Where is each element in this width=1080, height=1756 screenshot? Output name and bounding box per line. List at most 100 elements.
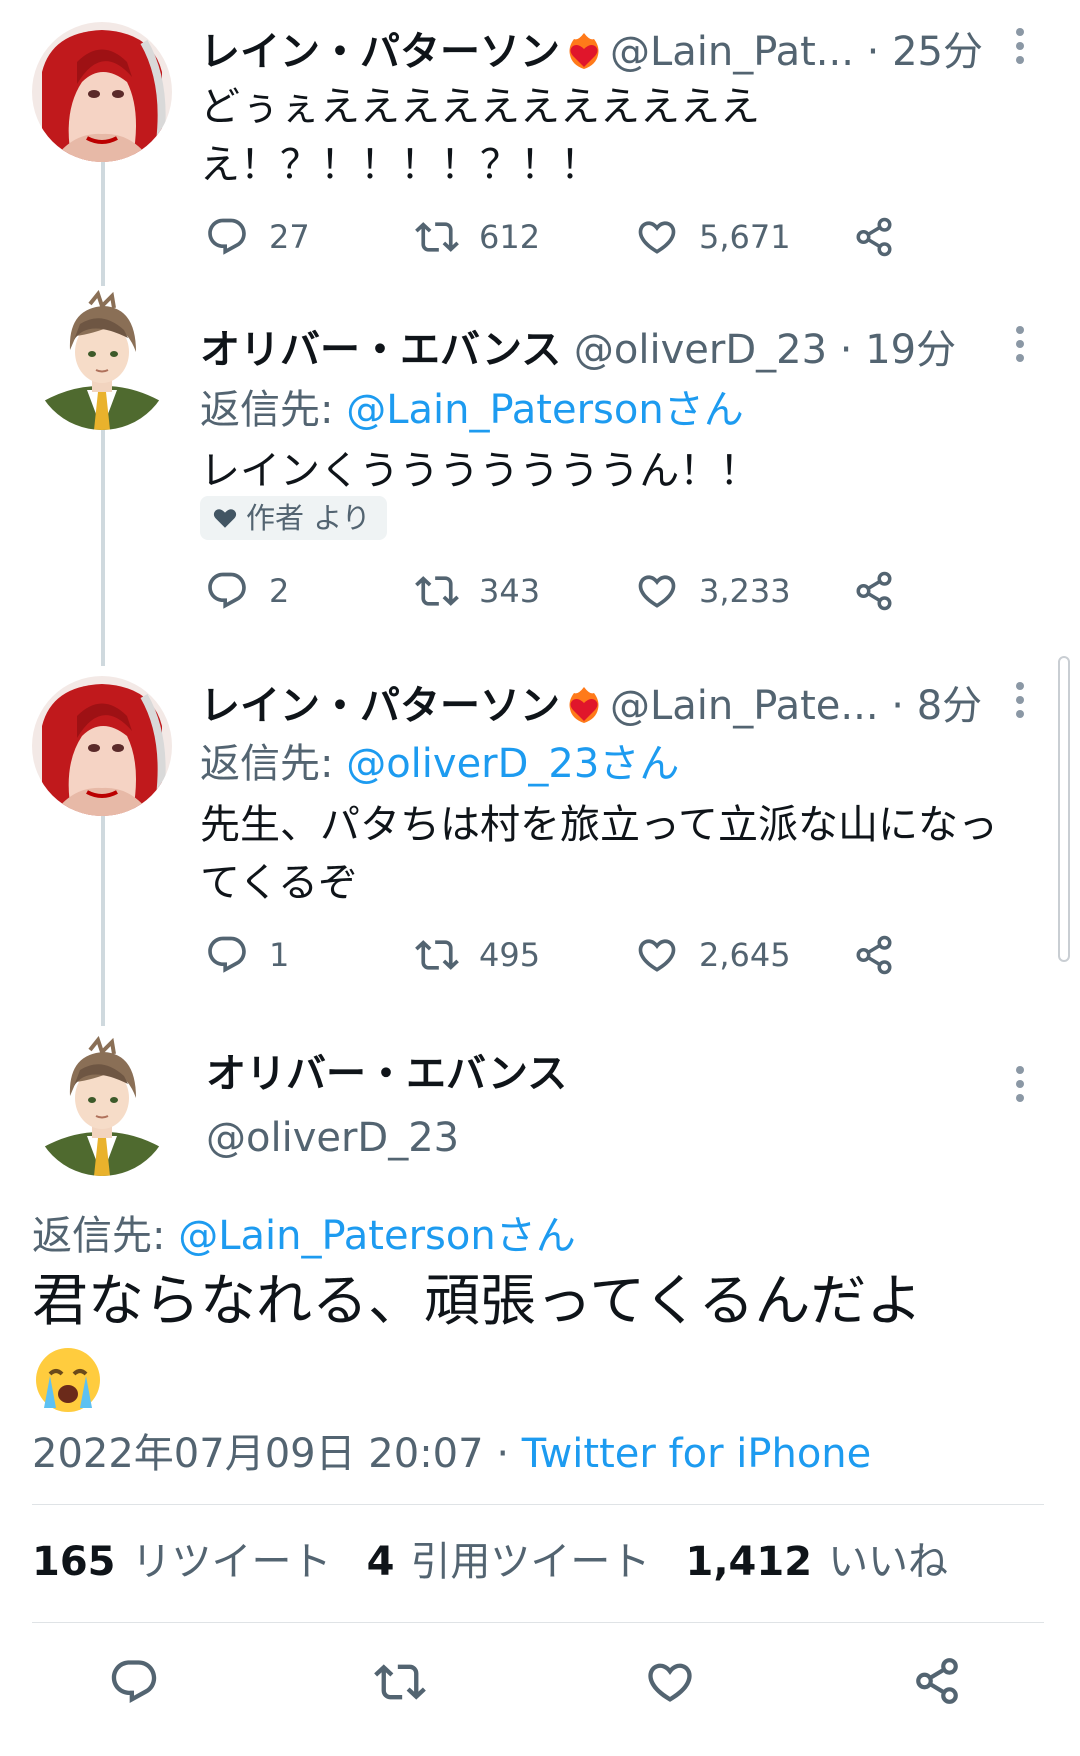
quotes-count: 4: [366, 1539, 395, 1585]
main-handle[interactable]: @oliverD_23: [206, 1112, 459, 1164]
meta-separator: ·: [496, 1431, 510, 1477]
like-count: 2,645: [699, 936, 791, 974]
reply-icon: [205, 215, 249, 259]
handle[interactable]: @Lain_Pate...: [610, 683, 879, 729]
likes-count: 1,412: [685, 1539, 813, 1585]
tweet-text-line: レインくうううううううん！！: [200, 448, 760, 494]
main-display-name[interactable]: オリバー・エバンス: [206, 1048, 567, 1100]
reply-target-link[interactable]: @oliverD_23さん: [346, 741, 679, 787]
divider: [32, 1622, 1044, 1623]
avatar-image: [32, 290, 172, 430]
reply-to: 返信先: @Lain_Patersonさん: [200, 384, 744, 436]
tweet-stats: 165 リツイート 4 引用ツイート 1,412 いいね: [32, 1536, 948, 1596]
share-button[interactable]: [853, 930, 915, 980]
like-button[interactable]: 5,671: [635, 212, 791, 262]
like-button[interactable]: 2,645: [635, 930, 791, 980]
like-count: 3,233: [699, 572, 791, 610]
tweet-header: レイン・パターソン @Lain_Pat... · 25分: [200, 26, 983, 78]
reply-count: 2: [269, 572, 290, 610]
reply-button[interactable]: 2: [205, 566, 289, 616]
thread-line-2: [101, 422, 105, 666]
display-name[interactable]: レイン・パターソン: [200, 29, 560, 75]
reply-prefix: 返信先:: [200, 741, 334, 787]
tweet-source-link[interactable]: Twitter for iPhone: [522, 1431, 872, 1477]
avatar[interactable]: [32, 290, 172, 430]
tweet-text-line: どぅぇえええええええええええ: [200, 84, 760, 130]
retweets-stat[interactable]: 165 リツイート: [32, 1539, 332, 1585]
reply-count: 1: [269, 936, 290, 974]
reply-button[interactable]: 1: [205, 930, 289, 980]
handle[interactable]: @Lain_Pat...: [610, 29, 854, 75]
retweet-count: 612: [479, 218, 541, 256]
retweet-count: 495: [479, 936, 541, 974]
display-name[interactable]: レイン・パターソン: [200, 683, 560, 729]
retweet-count: 343: [479, 572, 541, 610]
reply-to: 返信先: @oliverD_23さん: [200, 738, 679, 790]
likes-label: いいね: [828, 1539, 949, 1585]
reply-target-link[interactable]: @Lain_Patersonさん: [346, 387, 744, 433]
reply-icon: [205, 933, 249, 977]
tweet-text-line: 先生、パタちは村を旅立って立派な山になっ: [200, 802, 998, 848]
reply-button[interactable]: 27: [205, 212, 310, 262]
retweet-button[interactable]: 343: [415, 566, 540, 616]
retweet-button[interactable]: 495: [415, 930, 540, 980]
share-button[interactable]: [853, 566, 915, 616]
tweet-timestamp[interactable]: 2022年07月09日 20:07: [32, 1431, 484, 1477]
reply-icon: [205, 569, 249, 613]
retweets-label: リツイート: [131, 1539, 332, 1585]
thread-line-3: [101, 814, 105, 1026]
retweet-icon: [415, 933, 459, 977]
more-icon[interactable]: [1010, 682, 1030, 732]
like-icon: [635, 933, 679, 977]
reply-prefix: 返信先:: [200, 387, 334, 433]
likes-stat[interactable]: 1,412 いいね: [686, 1539, 949, 1585]
like-count: 5,671: [699, 218, 791, 256]
tweet-text-line: え！？！！！！？！！: [200, 142, 600, 188]
more-icon[interactable]: [1010, 28, 1030, 78]
thread-line-1: [101, 152, 105, 286]
avatar[interactable]: [32, 22, 172, 162]
share-icon: [853, 570, 895, 612]
display-name[interactable]: オリバー・エバンス: [200, 327, 561, 373]
quotes-stat[interactable]: 4 引用ツイート: [367, 1539, 651, 1585]
retweet-button[interactable]: 612: [415, 212, 540, 262]
scrollbar[interactable]: [1058, 656, 1070, 962]
handle[interactable]: @oliverD_23: [574, 327, 827, 373]
avatar[interactable]: [32, 676, 172, 816]
tweet-text: 先生、パタちは村を旅立って立派な山になっ てくるぞ: [200, 796, 1050, 912]
fire-heart-emoji: [564, 31, 604, 71]
tweet-meta: 2022年07月09日 20:07 · Twitter for iPhone: [32, 1428, 871, 1480]
author-badge-label: 作者 より: [246, 501, 371, 535]
avatar-image: [32, 1036, 172, 1176]
like-button[interactable]: 3,233: [635, 566, 791, 616]
more-icon[interactable]: [1010, 326, 1030, 376]
reply-target-link[interactable]: @Lain_Patersonさん: [178, 1213, 576, 1259]
tweet-header: オリバー・エバンス @oliverD_23 · 19分: [200, 324, 956, 376]
share-icon: [853, 934, 895, 976]
retweet-icon[interactable]: [374, 1656, 426, 1708]
author-badge: 作者 より: [200, 496, 387, 540]
timestamp[interactable]: · 25分: [867, 29, 983, 75]
crying-face-emoji: [36, 1348, 100, 1412]
retweets-count: 165: [32, 1539, 116, 1585]
like-icon: [635, 215, 679, 259]
timestamp[interactable]: · 19分: [840, 327, 956, 373]
heart-badge-icon: [213, 509, 237, 528]
reply-prefix: 返信先:: [32, 1213, 166, 1259]
timestamp[interactable]: · 8分: [891, 683, 982, 729]
retweet-icon: [415, 569, 459, 613]
avatar-image: [32, 22, 172, 162]
tweet-text-line: てくるぞ: [200, 860, 358, 906]
divider: [32, 1504, 1044, 1505]
main-tweet-text: 君ならなれる、頑張ってくるんだよ: [32, 1269, 923, 1334]
reply-icon[interactable]: [108, 1656, 160, 1708]
avatar-image: [32, 676, 172, 816]
more-icon[interactable]: [1010, 1066, 1030, 1116]
reply-to: 返信先: @Lain_Patersonさん: [32, 1210, 576, 1262]
avatar[interactable]: [32, 1036, 172, 1176]
quotes-label: 引用ツイート: [410, 1539, 651, 1585]
share-icon[interactable]: [912, 1656, 962, 1706]
tweet-text: どぅぇえええええええええええ え！？！！！！？！！: [200, 78, 1040, 194]
like-icon[interactable]: [644, 1656, 696, 1708]
share-button[interactable]: [853, 212, 915, 262]
